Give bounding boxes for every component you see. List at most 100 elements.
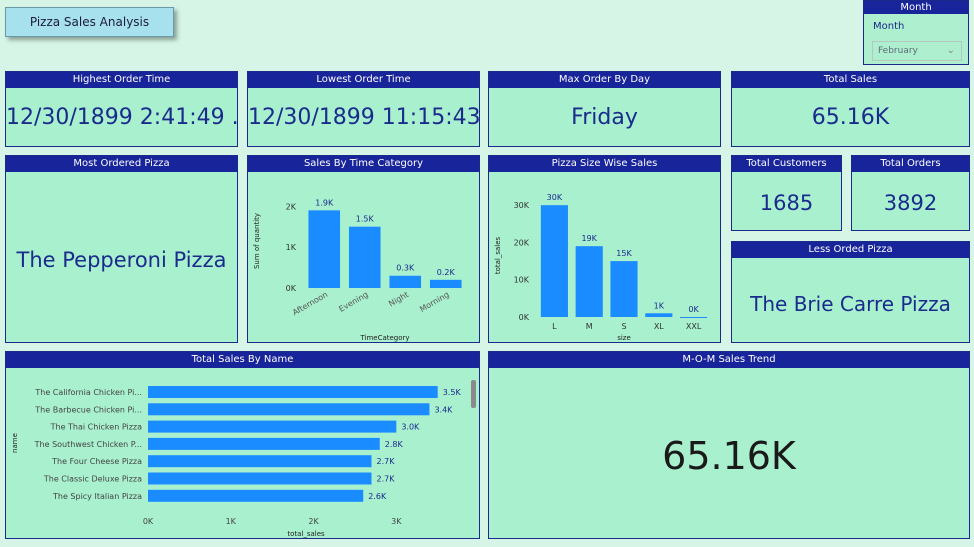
y-axis-title: total_sales: [494, 236, 502, 274]
y-tick-label: The California Chicken Pi...: [34, 388, 142, 397]
card-value: 1685: [759, 191, 814, 215]
x-tick-label: M: [586, 322, 593, 331]
x-tick-label: 0K: [143, 517, 154, 526]
x-tick-label: 1K: [226, 517, 237, 526]
size-chart-card: Pizza Size Wise Sales 0K 10K 20K 30K 30K L 19K…: [488, 155, 721, 343]
x-tick-label: Morning: [418, 290, 451, 314]
card-title: Total Orders: [852, 156, 969, 172]
y-tick-label: The Barbecue Chicken Pi...: [34, 405, 142, 414]
y-tick-label: 2K: [286, 202, 297, 211]
y-tick-label: 0K: [519, 313, 530, 322]
total-orders-card: Total Orders 3892: [851, 155, 970, 231]
data-label: 3.4K: [434, 405, 453, 414]
bar: [148, 420, 397, 433]
less-ordered-pizza-card: Less Orded Pizza The Brie Carre Pizza: [731, 241, 970, 343]
y-tick-label: 20K: [514, 238, 530, 247]
most-ordered-pizza-card: Most Ordered Pizza The Pepperoni Pizza: [5, 155, 238, 343]
mom-sales-trend-card: M-O-M Sales Trend 65.16K: [488, 351, 970, 539]
y-axis-title: Sum of quantity: [253, 213, 261, 269]
chart-title: Total Sales By Name: [6, 352, 479, 368]
y-tick-label: The Spicy Italian Pizza: [52, 492, 142, 501]
bar: [389, 275, 422, 288]
slicer-label: Month: [873, 21, 905, 32]
card-value: 65.16K: [662, 434, 796, 478]
data-label: 3.5K: [443, 388, 462, 397]
card-value: The Pepperoni Pizza: [16, 248, 227, 272]
bar: [540, 205, 568, 317]
card-title: Total Customers: [732, 156, 841, 172]
max-order-by-day-card: Max Order By Day Friday: [488, 71, 721, 147]
time-category-chart: 0K 1K 2K 1.9K Afternoon 1.5K Evening 0.3K Night 0…: [253, 198, 462, 342]
card-value: 3892: [883, 191, 938, 215]
x-axis-title: size: [617, 334, 631, 342]
slicer-header: Month: [864, 1, 968, 14]
y-tick-label: The Four Cheese Pizza: [51, 457, 142, 466]
bar: [148, 455, 372, 468]
data-label: 1.5K: [356, 215, 375, 224]
card-title: Lowest Order Time: [248, 72, 479, 88]
bar: [429, 279, 462, 288]
card-title: Most Ordered Pizza: [6, 156, 237, 172]
time-category-chart-card: Sales By Time Category 0K 1K 2K 1.9K Afterno…: [247, 155, 480, 343]
data-label: 2.7K: [377, 475, 396, 484]
y-tick-label: 30K: [514, 201, 530, 210]
y-axis-title: name: [11, 433, 19, 453]
data-label: 2.8K: [385, 440, 404, 449]
size-chart: 0K 10K 20K 30K 30K L 19K M 15K S 1K XL 0K XXL size tota…: [494, 193, 708, 342]
total-sales-card: Total Sales 65.16K: [731, 71, 970, 147]
highest-order-time-card: Highest Order Time 12/30/1899 2:41:49 ..…: [5, 71, 238, 147]
month-dropdown-value: February: [878, 46, 918, 56]
x-tick-label: 3K: [391, 517, 402, 526]
vertical-scrollbar[interactable]: [471, 380, 476, 408]
chart-title: Pizza Size Wise Sales: [489, 156, 720, 172]
month-slicer[interactable]: Month Month February ⌄: [863, 0, 969, 65]
card-title: Max Order By Day: [489, 72, 720, 88]
bar: [348, 226, 381, 288]
y-tick-label: The Thai Chicken Pizza: [50, 423, 142, 432]
x-tick-label: 2K: [308, 517, 319, 526]
card-title: Less Orded Pizza: [732, 242, 969, 258]
y-tick-label: 10K: [514, 276, 530, 285]
chevron-down-icon[interactable]: ⌄: [947, 42, 955, 60]
card-value: 12/30/1899 2:41:49 ...: [6, 105, 237, 130]
data-label: 2.7K: [377, 457, 396, 466]
x-axis-title: total_sales: [287, 530, 325, 538]
data-label: 1.9K: [315, 198, 334, 207]
card-title: M-O-M Sales Trend: [489, 352, 969, 368]
y-tick-label: The Classic Deluxe Pizza: [43, 475, 142, 484]
month-dropdown[interactable]: February ⌄: [872, 41, 962, 61]
x-tick-label: XXL: [686, 322, 702, 331]
data-label: 1K: [654, 301, 665, 310]
bar: [575, 246, 603, 317]
data-label: 0K: [688, 305, 699, 314]
x-tick-label: Night: [387, 290, 410, 309]
total-customers-card: Total Customers 1685: [731, 155, 842, 231]
bar: [148, 489, 364, 502]
x-tick-label: Afternoon: [291, 290, 329, 317]
x-tick-label: Evening: [337, 290, 369, 314]
card-value: Friday: [571, 105, 638, 130]
sales-by-name-chart: The California Chicken Pi... 3.5K The Barb…: [11, 380, 476, 538]
card-title: Highest Order Time: [6, 72, 237, 88]
card-value: 65.16K: [811, 105, 890, 130]
y-tick-label: 0K: [286, 284, 297, 293]
bar: [645, 313, 673, 317]
y-tick-label: The Southwest Chicken P...: [34, 440, 142, 449]
card-value: 12/30/1899 11:15:43...: [248, 105, 479, 130]
bar: [148, 386, 438, 398]
x-tick-label: XL: [654, 322, 664, 331]
x-tick-label: S: [621, 322, 626, 331]
lowest-order-time-card: Lowest Order Time 12/30/1899 11:15:43...: [247, 71, 480, 147]
card-title: Total Sales: [732, 72, 969, 88]
card-value: The Brie Carre Pizza: [750, 292, 951, 316]
bar: [680, 317, 708, 318]
data-label: 30K: [547, 193, 563, 202]
x-axis-title: TimeCategory: [359, 334, 409, 342]
bar: [610, 261, 638, 317]
bar: [148, 403, 430, 416]
data-label: 3.0K: [401, 423, 420, 432]
bar: [308, 210, 341, 288]
data-label: 0.2K: [437, 268, 456, 277]
data-label: 19K: [581, 234, 597, 243]
y-tick-label: 1K: [286, 243, 297, 252]
